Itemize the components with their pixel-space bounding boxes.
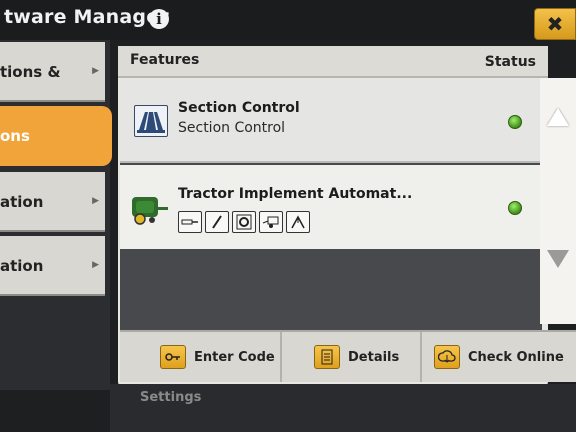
features-column-header: Features — [130, 52, 200, 68]
status-column-header: Status — [484, 54, 536, 70]
settings-partial-label: Settings — [140, 390, 202, 405]
window-title: tware Manager — [4, 6, 169, 28]
sidebar-item-label: ation — [0, 193, 44, 211]
scrollbar[interactable] — [540, 78, 576, 324]
close-button[interactable]: ✖ — [534, 8, 576, 40]
features-header: Features Status — [118, 46, 548, 78]
baler-tow-icon — [259, 211, 283, 233]
scroll-up-icon[interactable] — [547, 108, 569, 126]
details-button[interactable]: Details — [282, 332, 422, 382]
footer-toolbar: Enter Code Details Check Online — [120, 330, 576, 382]
chevron-right-icon: ▶ — [92, 66, 99, 76]
steering-icon — [286, 211, 310, 233]
check-online-button[interactable]: Check Online — [422, 332, 576, 382]
sidebar-item-activation[interactable]: ation ▶ — [0, 172, 105, 232]
feature-title: Section Control — [178, 100, 300, 116]
baler-icon — [130, 193, 170, 225]
scroll-down-icon[interactable] — [547, 250, 569, 268]
features-list: Section Control Section Control Tractor … — [120, 79, 542, 334]
feature-row-tractor-implement-automation[interactable]: Tractor Implement Automat... — [120, 165, 542, 249]
capability-icons — [178, 211, 310, 233]
document-icon — [314, 345, 340, 369]
feature-title: Tractor Implement Automat... — [178, 186, 413, 202]
sidebar-item-information[interactable]: ation ▶ — [0, 236, 105, 296]
sidebar-item-label: tions & — [0, 63, 61, 81]
cloud-download-icon — [434, 345, 460, 369]
enter-code-label: Enter Code — [194, 349, 275, 365]
pencil-icon — [205, 211, 229, 233]
status-indicator-icon — [508, 115, 522, 129]
status-indicator-icon — [508, 201, 522, 215]
key-icon — [160, 345, 186, 369]
title-bar: tware Manager i ✖ — [0, 0, 576, 40]
chevron-right-icon: ▶ — [92, 260, 99, 270]
details-label: Details — [348, 349, 400, 365]
info-icon[interactable]: i — [149, 9, 169, 29]
gear-settings-icon — [232, 211, 256, 233]
chevron-right-icon: ▶ — [92, 196, 99, 206]
feature-subtitle: Section Control — [178, 120, 286, 136]
enter-code-button[interactable]: Enter Code — [120, 332, 282, 382]
check-online-label: Check Online — [468, 349, 564, 365]
sidebar-item-label: ons — [0, 127, 30, 145]
sidebar-item-options[interactable]: tions & ▶ — [0, 42, 105, 102]
feature-row-section-control[interactable]: Section Control Section Control — [120, 79, 542, 163]
sidebar-item-applications[interactable]: ons — [0, 106, 112, 166]
sidebar-item-label: ation — [0, 257, 44, 275]
sidebar: tions & ▶ ons ation ▶ ation ▶ — [0, 40, 112, 390]
cylinder-icon — [178, 211, 202, 233]
section-control-icon — [134, 105, 168, 137]
